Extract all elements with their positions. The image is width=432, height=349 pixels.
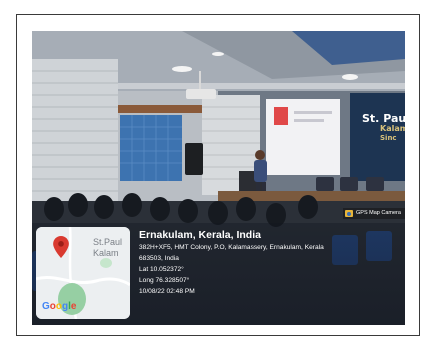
camera-icon: [345, 210, 353, 217]
stage-banner: St. Paul' Kalam Sinc: [362, 113, 405, 142]
map-place-label-2: Kalam: [93, 248, 119, 258]
gps-map-camera-badge: GPS Map Camera: [343, 208, 405, 219]
geotagged-photo: St. Paul' Kalam Sinc GPS Map Camera St.P…: [32, 31, 405, 325]
google-logo: G o o g l e: [42, 301, 76, 313]
longitude: Long 76.328507°: [139, 277, 190, 284]
timestamp: 10/08/22 02:48 PM: [139, 288, 195, 295]
map-place-label-1: St.Paul: [93, 237, 123, 247]
google-letter-e: e: [70, 301, 77, 312]
photo-frame: St. Paul' Kalam Sinc GPS Map Camera St.P…: [16, 14, 420, 336]
location-mini-map: St.Paul Kalam G o o g l e: [36, 227, 130, 319]
place-name: Ernakulam, Kerala, India: [139, 229, 261, 241]
location-info: Ernakulam, Kerala, India 382H+XF5, HMT C…: [139, 228, 401, 297]
gps-badge-label: GPS Map Camera: [356, 210, 401, 216]
address-line-1: 382H+XF5, HMT Colony, P.O, Kalamassery, …: [139, 244, 324, 251]
latitude: Lat 10.052372°: [139, 266, 184, 273]
banner-line-3: Sinc: [380, 134, 397, 142]
google-letter-g: G: [42, 301, 50, 312]
banner-line-2: Kalam: [380, 124, 405, 133]
map-pin-icon: [53, 236, 69, 258]
address-line-2: 683503, India: [139, 255, 179, 262]
